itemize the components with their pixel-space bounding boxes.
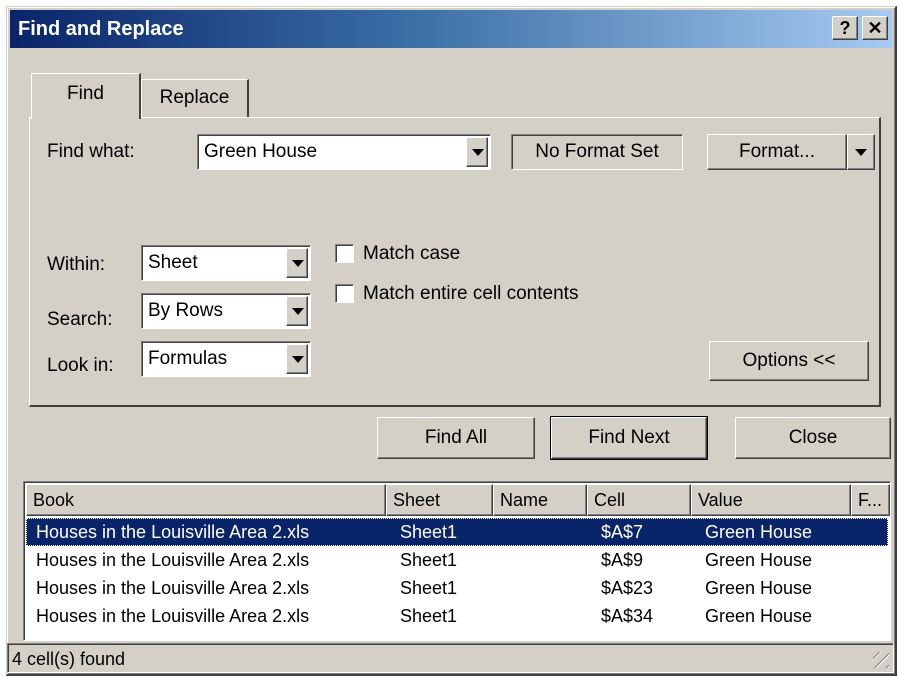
find-what-combo[interactable]: Green House [197, 134, 491, 170]
search-dropdown-button[interactable] [286, 296, 308, 326]
results-list[interactable]: Book Sheet Name Cell Value F... Houses i… [23, 481, 891, 641]
title-bar[interactable]: Find and Replace ? ✕ [10, 10, 892, 48]
row-book: Houses in the Louisville Area 2.xls [36, 550, 310, 570]
look-in-label: Look in: [47, 355, 114, 376]
table-row[interactable]: Houses in the Louisville Area 2.xls Shee… [26, 574, 888, 602]
column-header-formula-label: F... [858, 490, 883, 510]
help-button[interactable]: ? [832, 16, 858, 40]
options-button[interactable]: Options << [709, 341, 869, 381]
close-icon[interactable]: ✕ [862, 16, 888, 40]
match-case-label[interactable]: Match case [363, 243, 460, 265]
find-what-value: Green House [204, 141, 318, 162]
resize-grip-icon[interactable] [873, 652, 889, 668]
format-status-text: No Format Set [535, 141, 659, 162]
status-bar: 4 cell(s) found [7, 643, 894, 673]
table-row[interactable]: Houses in the Louisville Area 2.xls Shee… [26, 518, 888, 546]
row-book: Houses in the Louisville Area 2.xls [36, 606, 310, 626]
row-value: Green House [705, 606, 813, 626]
row-value: Green House [705, 522, 813, 542]
row-book: Houses in the Louisville Area 2.xls [36, 578, 310, 598]
row-book: Houses in the Louisville Area 2.xls [36, 522, 310, 542]
column-header-name[interactable]: Name [493, 484, 587, 516]
row-cell: $A$23 [601, 578, 654, 598]
status-text: 4 cell(s) found [12, 649, 126, 669]
find-next-label: Find Next [588, 427, 670, 448]
column-header-cell-label: Cell [594, 490, 626, 510]
row-sheet: Sheet1 [400, 522, 458, 542]
column-header-name-label: Name [500, 490, 549, 510]
chevron-down-icon [472, 149, 484, 156]
column-header-sheet-label: Sheet [393, 490, 441, 510]
search-label: Search: [47, 309, 113, 330]
format-status: No Format Set [511, 134, 683, 170]
window-title: Find and Replace [18, 18, 184, 40]
within-value: Sheet [148, 252, 198, 273]
column-header-formula[interactable]: F... [851, 484, 890, 516]
find-what-label: Find what: [47, 141, 135, 162]
format-button-label: Format... [738, 141, 815, 162]
row-value: Green House [705, 578, 813, 598]
find-all-button[interactable]: Find All [377, 417, 535, 459]
find-replace-dialog: Find and Replace ? ✕ Find Replace Find w… [6, 6, 897, 676]
table-row[interactable]: Houses in the Louisville Area 2.xls Shee… [26, 602, 888, 630]
format-dropdown-button[interactable] [847, 134, 875, 170]
row-cell: $A$9 [601, 550, 644, 570]
row-sheet: Sheet1 [400, 550, 458, 570]
options-button-label: Options << [742, 350, 836, 371]
match-entire-checkbox[interactable] [335, 284, 354, 303]
match-case-checkbox[interactable] [335, 244, 354, 263]
within-label: Within: [47, 254, 106, 275]
search-select[interactable]: By Rows [141, 293, 311, 329]
close-label: Close [788, 427, 838, 448]
chevron-down-icon [292, 356, 304, 363]
search-value: By Rows [148, 300, 223, 321]
chevron-down-icon [855, 149, 867, 156]
match-entire-label[interactable]: Match entire cell contents [363, 283, 578, 305]
find-next-button[interactable]: Find Next [550, 416, 708, 460]
look-in-value: Formulas [148, 348, 228, 369]
row-value: Green House [705, 550, 813, 570]
row-sheet: Sheet1 [400, 606, 458, 626]
column-header-book-label: Book [33, 490, 75, 510]
column-header-sheet[interactable]: Sheet [386, 484, 493, 516]
column-header-cell[interactable]: Cell [587, 484, 691, 516]
find-all-label: Find All [424, 427, 488, 448]
chevron-down-icon [292, 308, 304, 315]
look-in-select[interactable]: Formulas [141, 341, 311, 377]
column-header-value-label: Value [698, 490, 743, 510]
look-in-dropdown-button[interactable] [286, 344, 308, 374]
row-cell: $A$34 [601, 606, 654, 626]
tab-find-label: Find [67, 83, 104, 104]
row-cell: $A$7 [601, 522, 644, 542]
table-row[interactable]: Houses in the Louisville Area 2.xls Shee… [26, 546, 888, 574]
chevron-down-icon [292, 260, 304, 267]
close-button[interactable]: Close [735, 417, 891, 459]
tab-replace-label: Replace [159, 87, 230, 108]
within-dropdown-button[interactable] [286, 248, 308, 278]
find-what-dropdown-button[interactable] [466, 137, 488, 167]
column-header-book[interactable]: Book [26, 484, 386, 516]
format-button[interactable]: Format... [707, 134, 847, 170]
row-sheet: Sheet1 [400, 578, 458, 598]
tab-find[interactable]: Find [31, 73, 141, 119]
within-select[interactable]: Sheet [141, 245, 311, 281]
tab-replace[interactable]: Replace [141, 79, 249, 117]
column-header-value[interactable]: Value [691, 484, 851, 516]
